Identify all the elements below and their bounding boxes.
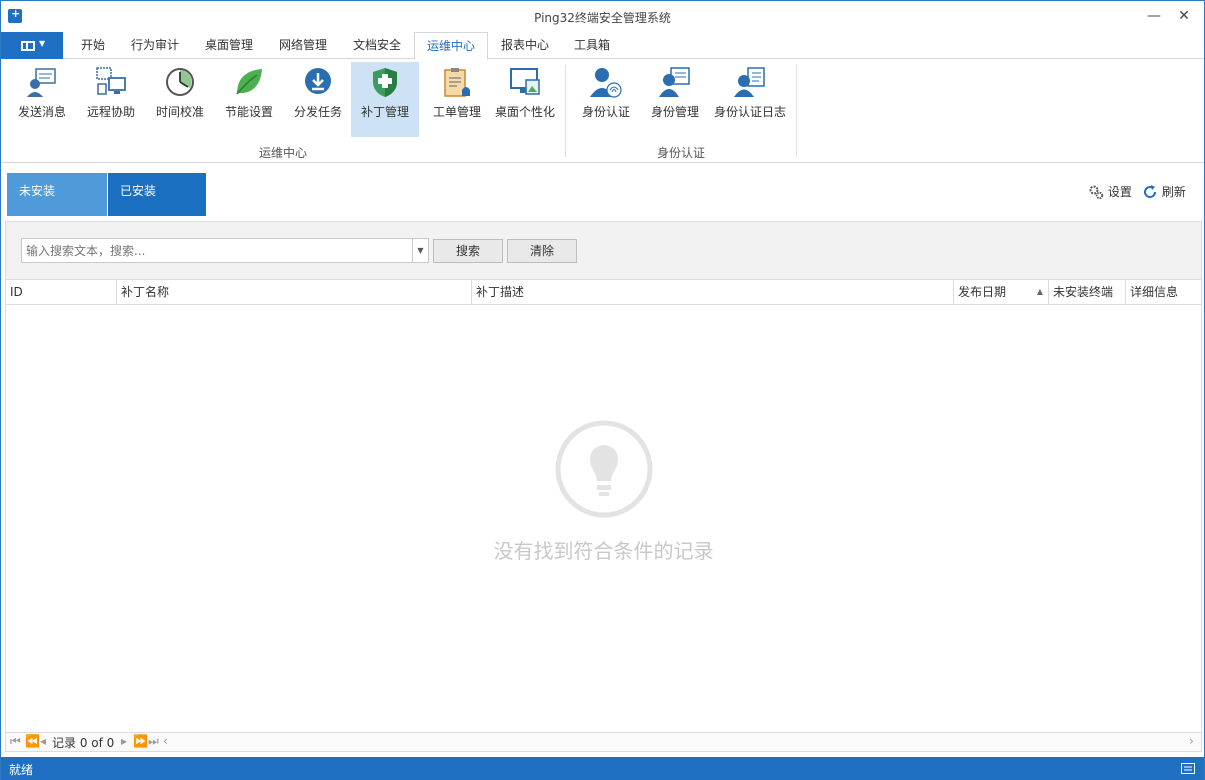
ribbon-label: 补丁管理 [360,105,409,119]
ribbon-label: 工单管理 [432,105,481,119]
tab-document-security[interactable]: 文档安全 [345,32,409,59]
table-body: 没有找到符合条件的记录 [5,305,1202,732]
time-calibration-button[interactable]: 时间校准 [149,62,211,137]
settings-label: 设置 [1107,185,1132,199]
fingerprint-user-icon [590,68,622,98]
refresh-icon [1144,185,1157,198]
title-bar: Ping32终端安全管理系统 — ✕ [1,1,1204,32]
tab-toolbox[interactable]: 工具箱 [566,32,618,59]
pager: ⏮ ⏪ ◂ 记录 0 of 0 ▸ ⏩ ⏭ ‹ › [5,732,1202,752]
group-separator [796,65,797,157]
group-label-identity-auth: 身份认证 [657,146,706,160]
status-bar: 就绪 [1,757,1204,780]
column-header-uninstalled-terminals[interactable]: 未安装终端 [1049,280,1126,304]
remote-assist-button[interactable]: 远程协助 [80,62,142,137]
tab-start[interactable]: 开始 [67,32,119,59]
group-label-ops-center: 运维中心 [259,146,308,160]
ribbon-label: 分发任务 [293,105,342,119]
ribbon-label: 时间校准 [155,105,204,119]
ribbon-label: 桌面个性化 [494,105,555,119]
send-message-icon [27,68,56,97]
next-page-button[interactable]: ▸ [121,734,127,748]
column-header-label: 发布日期 [958,285,1007,299]
clipboard-bell-icon [444,68,470,97]
search-combobox[interactable]: ▼ [21,238,429,263]
power-saving-button[interactable]: 节能设置 [218,62,280,137]
ribbon: 发送消息 远程协助 时间校准 节能设置 分发任务 补丁管理 工单管理 桌面个性化… [1,59,1204,163]
ribbon-label: 身份认证日志 [713,105,786,119]
app-window: Ping32终端安全管理系统 — ✕ ▼ 开始 行为审计 桌面管理 网络管理 文… [0,0,1205,780]
lightbulb-icon [555,420,653,518]
first-page-button[interactable]: ⏮ [10,734,21,749]
column-header-id[interactable]: ID [6,280,117,304]
identity-management-button[interactable]: 身份管理 [644,62,706,137]
column-header-release-date[interactable]: 发布日期 ▲ [954,280,1049,304]
scroll-left-icon[interactable]: ‹ [163,734,168,748]
prev-page-group-button[interactable]: ⏪ [25,734,40,748]
chevron-down-icon[interactable]: ▼ [412,239,428,262]
search-panel: ▼ 搜索 清除 [5,221,1202,280]
window-title: Ping32终端安全管理系统 [534,11,671,25]
group-separator [565,65,566,157]
send-message-button[interactable]: 发送消息 [11,62,73,137]
minimize-button[interactable]: — [1143,6,1165,26]
user-log-icon [734,67,765,97]
leaf-icon [236,69,262,95]
remote-assist-icon [96,67,126,95]
ribbon-label: 发送消息 [17,105,66,119]
refresh-label: 刷新 [1161,185,1186,199]
tab-network-management[interactable]: 网络管理 [271,32,335,59]
identity-auth-log-button[interactable]: 身份认证日志 [711,62,789,137]
panel-icon [21,41,35,51]
menu-bar: ▼ 开始 行为审计 桌面管理 网络管理 文档安全 运维中心 报表中心 工具箱 [1,32,1204,60]
status-text: 就绪 [9,763,34,777]
tab-desktop-management[interactable]: 桌面管理 [197,32,261,59]
chevron-down-icon: ▼ [39,39,46,48]
column-header-patch-description[interactable]: 补丁描述 [472,280,954,304]
monitor-icon [510,68,540,95]
column-header-details[interactable]: 详细信息 [1126,280,1201,304]
last-page-button[interactable]: ⏭ [148,734,159,749]
sort-ascending-icon: ▲ [1036,287,1043,296]
clock-icon [166,68,194,96]
clear-button[interactable]: 清除 [507,239,577,263]
settings-button[interactable]: 设置 [1088,183,1132,200]
table-header: ID 补丁名称 补丁描述 发布日期 ▲ 未安装终端 详细信息 [5,280,1202,305]
scroll-right-icon[interactable]: › [1189,734,1194,748]
patch-management-button[interactable]: 补丁管理 [351,62,419,137]
record-count: 记录 0 of 0 [52,736,115,750]
search-button[interactable]: 搜索 [433,239,503,263]
next-page-group-button[interactable]: ⏩ [133,734,148,748]
ribbon-label: 身份管理 [650,105,699,119]
download-icon [305,68,331,94]
file-menu-button[interactable]: ▼ [1,32,63,59]
search-input[interactable] [22,239,407,262]
shield-icon [373,68,397,97]
tab-uninstalled[interactable]: 未安装 [7,173,107,216]
tab-ops-center[interactable]: 运维中心 [414,32,488,60]
empty-state-message: 没有找到符合条件的记录 [493,539,714,563]
tab-installed[interactable]: 已安装 [108,173,206,216]
identity-auth-button[interactable]: 身份认证 [575,62,637,137]
ribbon-label: 身份认证 [581,105,630,119]
prev-page-button[interactable]: ◂ [40,734,46,748]
column-header-patch-name[interactable]: 补丁名称 [117,280,472,304]
keyboard-icon [1181,763,1195,774]
work-order-button[interactable]: 工单管理 [426,62,488,137]
distribute-task-button[interactable]: 分发任务 [287,62,349,137]
gear-icon [1089,185,1104,200]
close-button[interactable]: ✕ [1173,6,1195,26]
tab-report-center[interactable]: 报表中心 [493,32,557,59]
ribbon-label: 远程协助 [86,105,135,119]
desktop-personalization-button[interactable]: 桌面个性化 [491,62,559,137]
user-checklist-icon [659,67,690,97]
refresh-button[interactable]: 刷新 [1142,183,1186,200]
tab-behavior-audit[interactable]: 行为审计 [123,32,187,59]
ribbon-label: 节能设置 [224,105,273,119]
